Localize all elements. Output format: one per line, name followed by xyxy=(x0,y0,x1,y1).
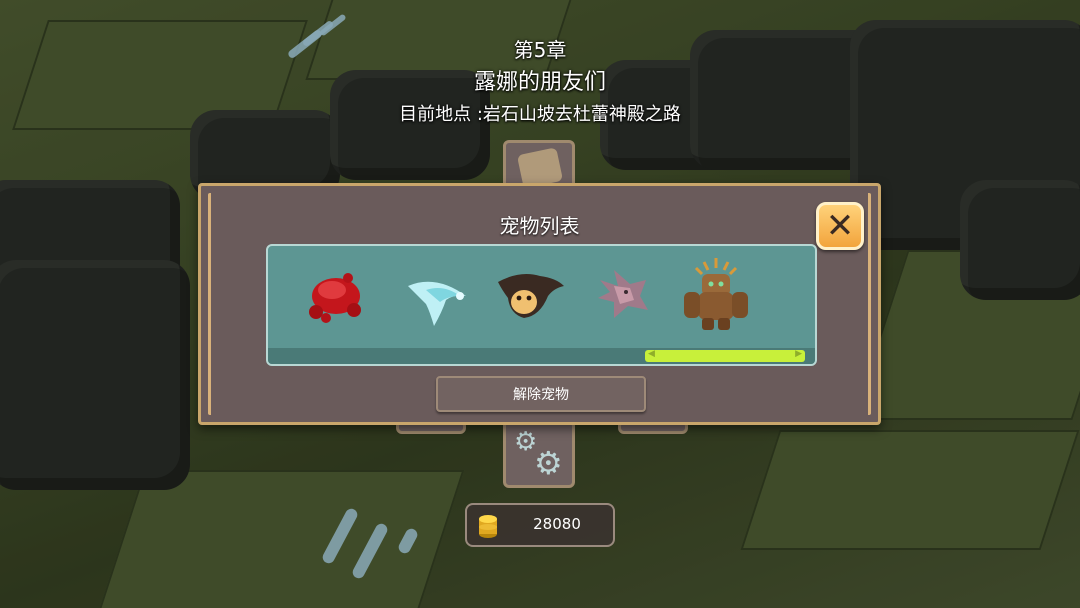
pet-slot-rock-golem[interactable] xyxy=(676,256,756,336)
current-location: 目前地点 :岩石山坡去杜蕾神殿之路 xyxy=(399,104,681,125)
pet-slot-manta[interactable] xyxy=(490,256,570,336)
dialog-title: 宠物列表 xyxy=(499,214,580,238)
rock-golem-icon xyxy=(684,258,748,330)
coin-amount: 28080 xyxy=(533,515,581,533)
chapter-number: 第5章 xyxy=(513,38,567,62)
coin-counter: 28080 xyxy=(465,503,615,547)
pet-list-scrollbar[interactable]: ◀ ▶ xyxy=(268,348,815,364)
pet-slot-red-crab[interactable] xyxy=(296,256,376,336)
scroll-right-icon: ▶ xyxy=(795,349,802,359)
pet-list-dialog: 宠物列表 ✕ ◀ ▶ 解除宠物 xyxy=(198,183,881,425)
release-pet-button[interactable]: 解除宠物 xyxy=(436,376,646,412)
red-crab-icon xyxy=(309,273,361,323)
close-icon: ✕ xyxy=(825,206,855,246)
chapter-title: 露娜的朋友们 xyxy=(473,70,606,95)
manta-icon xyxy=(498,274,564,318)
pet-slot-pink-dragon[interactable] xyxy=(584,256,664,336)
pet-list[interactable]: ◀ ▶ xyxy=(266,244,817,366)
gear-icon: ⚙ xyxy=(534,444,563,482)
scrollbar-thumb[interactable]: ◀ ▶ xyxy=(645,349,805,362)
scroll-left-icon: ◀ xyxy=(648,349,655,359)
close-button[interactable]: ✕ xyxy=(816,202,864,250)
pet-slot-ice-bird[interactable] xyxy=(396,256,476,336)
pink-dragon-icon xyxy=(598,270,648,318)
ice-bird-icon xyxy=(408,281,466,326)
settings-button[interactable]: ⚙ ⚙ xyxy=(503,420,575,488)
gold-coin-stack-icon xyxy=(479,515,497,538)
